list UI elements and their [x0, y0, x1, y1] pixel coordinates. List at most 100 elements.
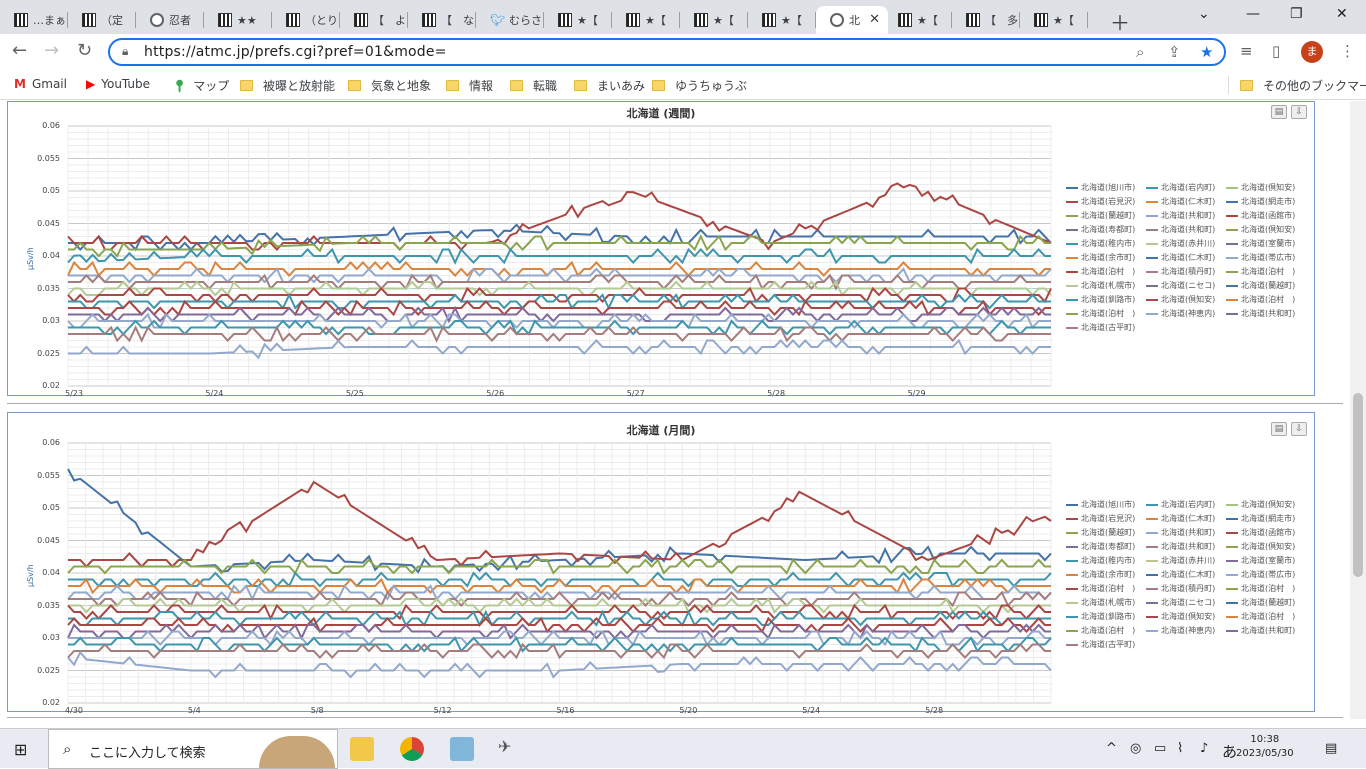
- legend-item[interactable]: 北海道(泊村 ): [1226, 611, 1295, 622]
- legend-item[interactable]: 北海道(泊村 ): [1066, 308, 1135, 319]
- legend-item[interactable]: 北海道(積丹町): [1146, 583, 1215, 594]
- legend-item[interactable]: 北海道(泊村 ): [1066, 266, 1135, 277]
- legend-item[interactable]: 北海道(旭川市): [1066, 499, 1135, 510]
- windows-start-icon[interactable]: ⊞: [14, 740, 27, 759]
- tab-13[interactable]: 北 ✕: [816, 6, 888, 34]
- legend-item[interactable]: 北海道(ニセコ): [1146, 597, 1215, 608]
- legend-item[interactable]: 北海道(寿都町): [1066, 541, 1135, 552]
- legend-item[interactable]: 北海道(赤井川): [1146, 238, 1215, 249]
- legend-item[interactable]: 北海道(共和町): [1226, 625, 1295, 636]
- tab-11[interactable]: ★【: [680, 6, 748, 34]
- legend-item[interactable]: 北海道(共和町): [1226, 308, 1295, 319]
- legend-item[interactable]: 北海道(共和町): [1146, 541, 1215, 552]
- legend-item[interactable]: 北海道(網走市): [1226, 196, 1295, 207]
- legend-item[interactable]: 北海道(泊村 ): [1226, 583, 1295, 594]
- legend-item[interactable]: 北海道(古平町): [1066, 639, 1135, 650]
- taskbar-search-box[interactable]: ⌕ ここに入力して検索: [48, 729, 338, 769]
- tab-7[interactable]: 【 な: [408, 6, 476, 34]
- tab-9[interactable]: ★【: [544, 6, 612, 34]
- back-icon[interactable]: ←: [12, 40, 27, 61]
- forward-icon[interactable]: →: [44, 40, 59, 61]
- legend-item[interactable]: 北海道(共和町): [1146, 224, 1215, 235]
- minimize-button[interactable]: —: [1246, 6, 1260, 22]
- url-text[interactable]: https://atmc.jp/prefs.cgi?pref=01&mode=: [144, 44, 447, 60]
- legend-item[interactable]: 北海道(札幌市): [1066, 597, 1135, 608]
- legend-item[interactable]: 北海道(岩見沢): [1066, 196, 1135, 207]
- tab-search-icon[interactable]: ⌄: [1198, 6, 1210, 22]
- legend-item[interactable]: 北海道(室蘭市): [1226, 238, 1295, 249]
- menu-icon[interactable]: ⋮: [1340, 42, 1355, 60]
- address-bar[interactable]: 🔒︎ https://atmc.jp/prefs.cgi?pref=01&mod…: [108, 38, 1226, 66]
- app-icon[interactable]: [450, 737, 474, 761]
- legend-item[interactable]: 北海道(帯広市): [1226, 252, 1295, 263]
- legend-item[interactable]: 北海道(余市町): [1066, 252, 1135, 263]
- tab-14[interactable]: ★【: [884, 6, 952, 34]
- close-window-button[interactable]: ✕: [1336, 6, 1348, 22]
- legend-item[interactable]: 北海道(蘭越町): [1226, 597, 1295, 608]
- clock[interactable]: 10:38 2023/05/30: [1236, 733, 1294, 761]
- close-tab-icon[interactable]: ✕: [869, 12, 880, 27]
- bookmark-item[interactable]: 📍︎ マップ: [172, 77, 229, 94]
- vertical-scrollbar[interactable]: [1350, 101, 1366, 719]
- reading-list-icon[interactable]: ≡: [1240, 42, 1253, 60]
- legend-item[interactable]: 北海道(稚内市): [1066, 555, 1135, 566]
- bookmark-item[interactable]: 気象と地象: [348, 77, 431, 94]
- legend-item[interactable]: 北海道(寿都町): [1066, 224, 1135, 235]
- legend-item[interactable]: 北海道(共和町): [1146, 527, 1215, 538]
- legend-item[interactable]: 北海道(函館市): [1226, 527, 1295, 538]
- new-tab-button[interactable]: ＋: [1110, 7, 1130, 36]
- legend-item[interactable]: 北海道(余市町): [1066, 569, 1135, 580]
- bookmark-item[interactable]: 被曝と放射能: [240, 77, 335, 94]
- legend-item[interactable]: 北海道(倶知安): [1146, 611, 1215, 622]
- volume-icon[interactable]: ♪: [1200, 741, 1208, 756]
- legend-item[interactable]: 北海道(赤井川): [1146, 555, 1215, 566]
- legend-item[interactable]: 北海道(岩内町): [1146, 499, 1215, 510]
- legend-item[interactable]: 北海道(ニセコ): [1146, 280, 1215, 291]
- legend-item[interactable]: 北海道(泊村 ): [1226, 294, 1295, 305]
- tab-4[interactable]: ★★: [204, 6, 272, 34]
- profile-avatar[interactable]: ま: [1301, 41, 1323, 63]
- legend-item[interactable]: 北海道(泊村 ): [1066, 583, 1135, 594]
- legend-item[interactable]: 北海道(函館市): [1226, 210, 1295, 221]
- legend-item[interactable]: 北海道(室蘭市): [1226, 555, 1295, 566]
- bookmark-item[interactable]: 情報: [446, 77, 493, 94]
- other-bookmarks[interactable]: その他のブックマーク: [1240, 77, 1366, 94]
- chrome-icon[interactable]: [400, 737, 424, 761]
- lock-icon[interactable]: 🔒︎: [122, 44, 128, 59]
- legend-item[interactable]: 北海道(釧路市): [1066, 294, 1135, 305]
- app-icon[interactable]: ✈: [498, 737, 522, 761]
- legend-item[interactable]: 北海道(帯広市): [1226, 569, 1295, 580]
- legend-item[interactable]: 北海道(神恵内): [1146, 308, 1215, 319]
- legend-item[interactable]: 北海道(岩見沢): [1066, 513, 1135, 524]
- legend-item[interactable]: 北海道(仁木町): [1146, 513, 1215, 524]
- bookmark-item[interactable]: 転職: [510, 77, 557, 94]
- legend-item[interactable]: 北海道(蘭越町): [1226, 280, 1295, 291]
- scrollbar-thumb[interactable]: [1353, 393, 1363, 577]
- legend-item[interactable]: 北海道(倶知安): [1226, 499, 1295, 510]
- legend-item[interactable]: 北海道(共和町): [1146, 210, 1215, 221]
- legend-item[interactable]: 北海道(稚内市): [1066, 238, 1135, 249]
- bookmark-item[interactable]: ▶ YouTube: [86, 77, 150, 91]
- legend-item[interactable]: 北海道(仁木町): [1146, 252, 1215, 263]
- camera-icon[interactable]: ◎: [1130, 741, 1141, 756]
- tab-8[interactable]: 🐦︎ むらさ: [476, 6, 544, 34]
- tab-5[interactable]: （とり: [272, 6, 340, 34]
- legend-item[interactable]: 北海道(泊村 ): [1226, 266, 1295, 277]
- legend-item[interactable]: 北海道(蘭越町): [1066, 210, 1135, 221]
- file-explorer-icon[interactable]: [350, 737, 374, 761]
- reload-icon[interactable]: ↻: [77, 40, 92, 61]
- legend-item[interactable]: 北海道(倶知安): [1146, 294, 1215, 305]
- bookmark-item[interactable]: まいあみ: [574, 77, 645, 94]
- tab-1[interactable]: …まぁ: [0, 6, 68, 34]
- tab-6[interactable]: 【 よ: [340, 6, 408, 34]
- tab-10[interactable]: ★【: [612, 6, 680, 34]
- legend-item[interactable]: 北海道(倶知安): [1226, 224, 1295, 235]
- share-icon[interactable]: ⇪: [1168, 43, 1181, 61]
- tab-15[interactable]: 【 多: [952, 6, 1020, 34]
- notification-icon[interactable]: ▤: [1325, 741, 1337, 756]
- legend-item[interactable]: 北海道(蘭越町): [1066, 527, 1135, 538]
- tab-16[interactable]: ★【: [1020, 6, 1088, 34]
- maximize-button[interactable]: ❐: [1290, 6, 1303, 22]
- ime-indicator[interactable]: あ: [1222, 741, 1237, 762]
- legend-item[interactable]: 北海道(仁木町): [1146, 569, 1215, 580]
